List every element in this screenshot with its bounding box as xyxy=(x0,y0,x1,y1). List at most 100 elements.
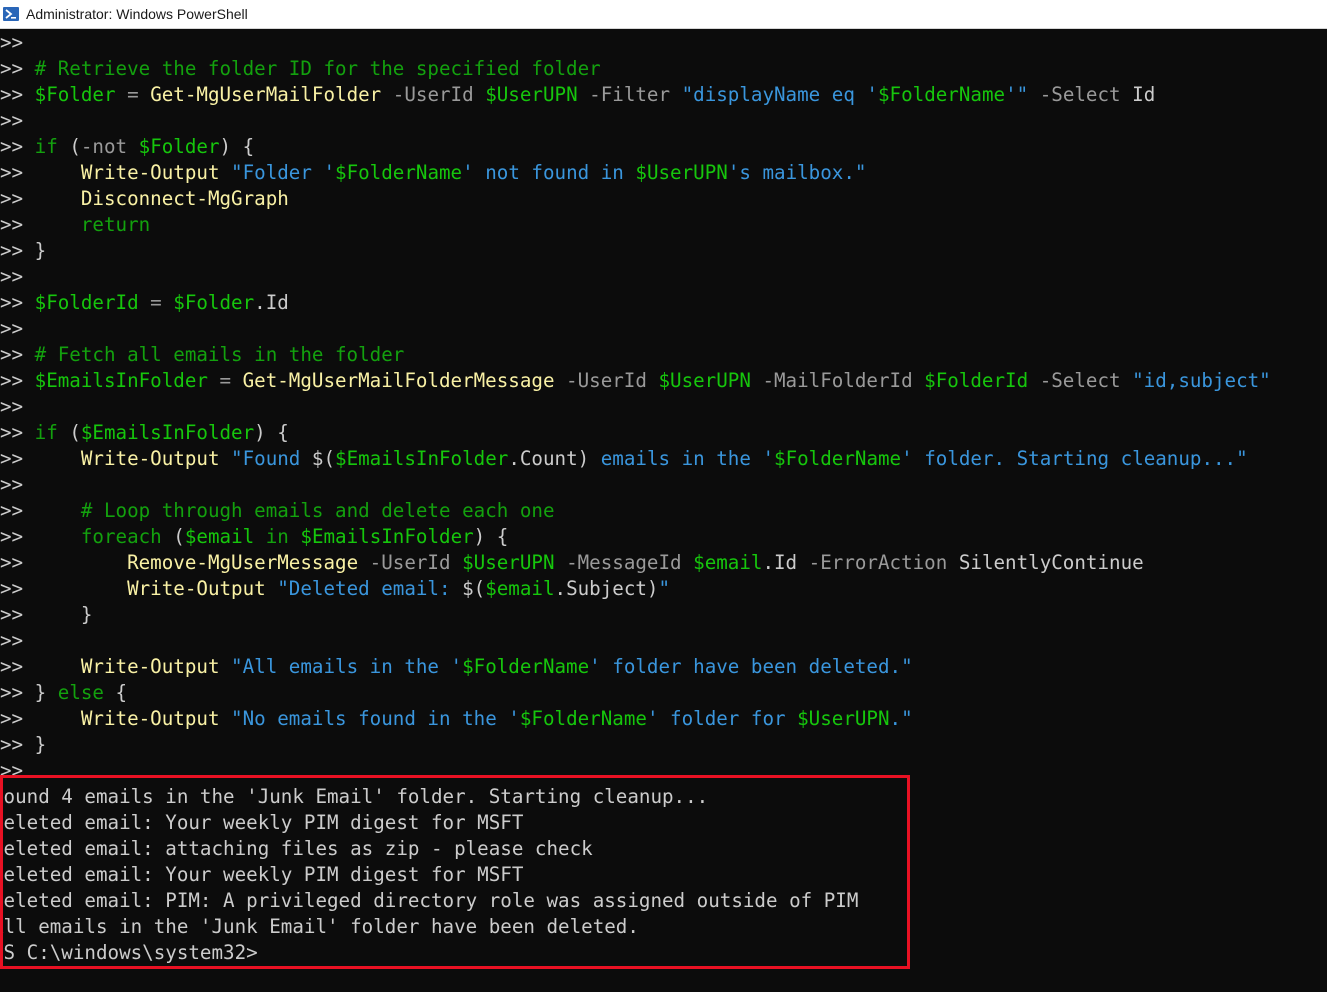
code-token: >> xyxy=(0,551,128,574)
code-token: $FolderName xyxy=(462,655,590,678)
code-token: >> } xyxy=(0,681,58,704)
code-token: >> xyxy=(0,31,24,54)
code-token: return xyxy=(80,213,151,236)
code-token: >> xyxy=(0,343,35,366)
script-line: >> } else { xyxy=(0,680,127,706)
script-line: >> Write-Output "Deleted email: $($email… xyxy=(0,576,670,602)
code-token: # Fetch all emails in the folder xyxy=(34,343,405,366)
script-line: >> xyxy=(0,394,23,420)
code-token: -Filter xyxy=(577,83,682,106)
code-token: foreach xyxy=(80,525,162,548)
code-token: -UserId xyxy=(381,83,486,106)
script-line: >> Write-Output "All emails in the '$Fol… xyxy=(0,654,913,680)
script-line: >> } xyxy=(0,238,46,264)
code-token: .Subject) xyxy=(554,577,659,600)
prompt-line: PS C:\windows\system32> xyxy=(0,941,258,964)
code-token: ( xyxy=(57,421,81,444)
code-token: .Count) xyxy=(508,447,590,470)
code-token: $UserUPN xyxy=(635,161,728,184)
code-token: # Retrieve the folder ID for the specifi… xyxy=(34,57,601,80)
code-token: $( xyxy=(311,447,336,470)
code-token: ( xyxy=(57,135,81,158)
code-token: >> xyxy=(0,317,24,340)
code-token: in xyxy=(254,525,301,548)
code-token: ) { xyxy=(254,421,289,444)
code-token: $( xyxy=(462,577,486,600)
code-token: ) { xyxy=(473,525,509,548)
code-token: "displayName eq ' xyxy=(681,83,878,106)
output-line: All emails in the 'Junk Email' folder ha… xyxy=(0,915,639,938)
console-output[interactable]: >> >> # Retrieve the folder ID for the sp… xyxy=(0,30,1327,992)
code-token: { xyxy=(103,681,128,704)
code-token: $UserUPN xyxy=(462,551,555,574)
script-line: >> # Fetch all emails in the folder xyxy=(0,342,404,368)
code-token: else xyxy=(57,681,104,704)
code-token: -MailFolderId xyxy=(750,369,925,392)
output-line: Deleted email: Your weekly PIM digest fo… xyxy=(0,811,524,834)
code-token: .Id xyxy=(762,551,798,574)
script-line: >> if ($EmailsInFolder) { xyxy=(0,420,289,446)
code-token: >> xyxy=(0,395,24,418)
code-token: Write-Output xyxy=(80,447,220,470)
script-line: >> Remove-MgUserMessage -UserId $UserUPN… xyxy=(0,550,1144,576)
code-token: "Folder ' xyxy=(219,161,336,184)
code-token: $Folder xyxy=(138,135,220,158)
code-token: "Found xyxy=(219,447,312,470)
script-line: >> Write-Output "Folder '$FolderName' no… xyxy=(0,160,866,186)
script-line: >> } xyxy=(0,602,92,628)
code-token: emails in the ' xyxy=(589,447,775,470)
code-token: SilentlyContinue xyxy=(958,551,1144,574)
code-token: $email xyxy=(184,525,255,548)
window-title: Administrator: Windows PowerShell xyxy=(26,6,248,22)
script-line: >> xyxy=(0,628,23,654)
code-token: if xyxy=(34,135,58,158)
code-token: ' folder have been deleted." xyxy=(589,655,913,678)
code-token: $FolderId xyxy=(924,369,1029,392)
code-token: >> xyxy=(0,447,81,470)
code-token: Id xyxy=(1132,83,1156,106)
code-token: >> xyxy=(0,291,35,314)
script-line: >> # Retrieve the folder ID for the spec… xyxy=(0,56,601,82)
code-token: >> xyxy=(0,525,81,548)
script-line: >> return xyxy=(0,212,150,238)
script-line: >> xyxy=(0,30,23,56)
code-token: -Select xyxy=(1028,83,1133,106)
script-line: >> xyxy=(0,108,23,134)
code-token: >> } xyxy=(0,603,93,626)
script-line: >> } xyxy=(0,732,46,758)
code-token: >> xyxy=(0,655,81,678)
script-line: >> Disconnect-MgGraph xyxy=(0,186,289,212)
code-token: = xyxy=(115,83,151,106)
code-token: '" xyxy=(1005,83,1029,106)
code-token: -MessageId xyxy=(554,551,694,574)
code-token: "id,subject" xyxy=(1132,369,1271,392)
code-token: ) { xyxy=(219,135,255,158)
code-token: $FolderName xyxy=(335,161,463,184)
script-line: >> xyxy=(0,264,23,290)
code-token: >> xyxy=(0,265,24,288)
code-token: >> xyxy=(0,83,35,106)
code-token: $EmailsInFolder xyxy=(80,421,255,444)
code-token: >> xyxy=(0,421,35,444)
code-token: Get-MgUserMailFolderMessage xyxy=(242,369,555,392)
output-line: Deleted email: attaching files as zip - … xyxy=(0,837,593,860)
script-line: >> xyxy=(0,472,23,498)
code-token: >> xyxy=(0,187,81,210)
code-token: >> xyxy=(0,499,81,522)
code-token: $EmailsInFolder xyxy=(34,369,208,392)
code-token: $FolderName xyxy=(774,447,902,470)
code-token: $FolderId xyxy=(34,291,139,314)
code-token: ( xyxy=(161,525,185,548)
code-token: >> xyxy=(0,629,24,652)
code-token: "No emails found in the ' xyxy=(219,707,520,730)
code-token: $UserUPN xyxy=(797,707,890,730)
output-line: Deleted email: PIM: A privileged directo… xyxy=(0,889,859,912)
code-token: Get-MgUserMailFolder xyxy=(150,83,382,106)
code-token: Write-Output xyxy=(80,707,220,730)
code-token: -ErrorAction xyxy=(797,551,959,574)
code-token: # Loop through emails and delete each on… xyxy=(80,499,555,522)
code-token: if xyxy=(34,421,58,444)
code-token: $email xyxy=(485,577,555,600)
code-token: $email xyxy=(693,551,763,574)
code-token: Write-Output xyxy=(80,655,220,678)
